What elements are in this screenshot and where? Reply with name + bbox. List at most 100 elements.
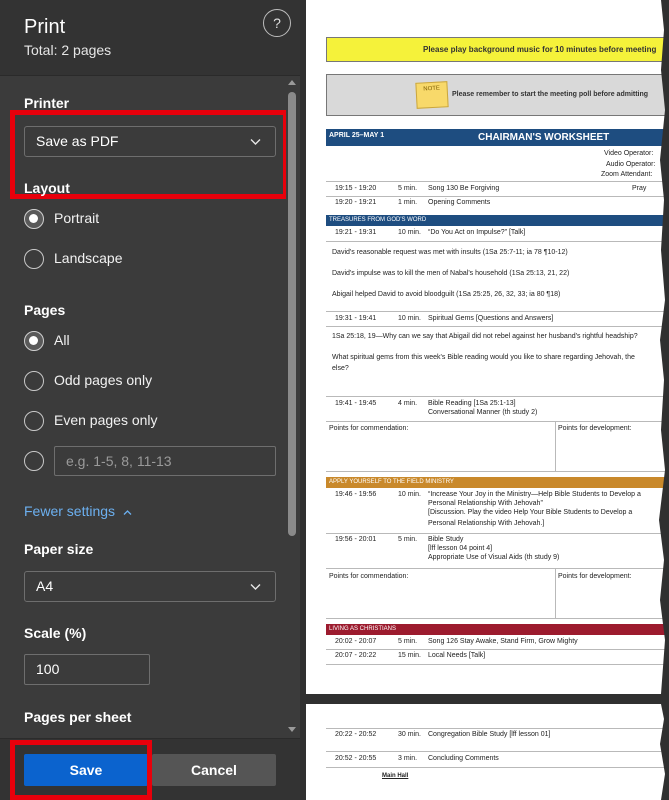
cancel-button[interactable]: Cancel [152,754,276,786]
main-hall-label: Main Hall [382,773,409,779]
paper-size-select[interactable]: A4 [24,571,276,602]
row-text: Conversational Manner (th study 2) [428,409,538,416]
commendation-label: Points for commendation: [329,573,409,580]
row-text: Song 126 Stay Awake, Stand Firm, Grow Mi… [428,638,578,645]
gems-question: What spiritual gems from this week's Bib… [332,354,635,361]
help-icon[interactable]: ? [263,9,291,37]
gems-question: 1Sa 25:18, 19—Why can we say that Abigai… [332,333,638,340]
table-row: 19:21 - 19:31 10 min. “Do You Act on Imp… [326,227,666,240]
paper-size-value: A4 [36,578,54,594]
table-row: 19:15 - 19:20 5 min. Song 130 Be Forgivi… [326,183,666,196]
divider [326,241,666,242]
section-ministry: APPLY YOURSELF TO THE FIELD MINISTRY [326,477,666,488]
row-time: 19:20 - 19:21 [335,199,377,206]
divider [326,471,666,472]
row-time: 20:22 - 20:52 [335,731,377,738]
layout-landscape-label: Landscape [54,250,123,266]
row-minutes: 1 min. [398,199,418,206]
scale-input[interactable]: 100 [24,654,150,685]
layout-portrait-label: Portrait [54,210,100,226]
gems-question: else? [332,365,349,372]
radio-selected-icon [24,209,44,229]
preview-page-2: 20:22 - 20:52 30 min. Congregation Bible… [306,704,669,800]
row-time: 19:31 - 19:41 [335,315,377,322]
chevron-up-icon [123,503,132,519]
row-minutes: 15 min. [398,652,421,659]
table-row: 20:22 - 20:52 30 min. Congregation Bible… [326,729,666,742]
zoom-attendant-label: Zoom Attendant: [601,171,653,178]
row-text: “Increase Your Joy in the Ministry—Help … [428,491,641,498]
row-text: Local Needs [Talk] [428,652,486,659]
row-time: 20:52 - 20:55 [335,755,377,762]
row-text: “Do You Act on Impulse?” [Talk] [428,229,526,236]
radio-unselected-icon [24,451,44,471]
print-preview[interactable]: Please play background music for 10 minu… [300,0,669,800]
table-row: 19:31 - 19:41 10 min. Spiritual Gems [Qu… [326,313,666,326]
row-minutes: 3 min. [398,755,418,762]
fewer-settings-link[interactable]: Fewer settings [24,503,132,519]
radio-selected-icon [24,331,44,351]
pages-even-label: Even pages only [54,412,158,428]
divider [326,751,666,752]
layout-label: Layout [24,180,70,196]
row-text: Opening Comments [428,199,491,206]
row-minutes: 4 min. [398,400,418,407]
divider [326,326,666,327]
fewer-settings-label: Fewer settings [24,503,116,519]
divider [326,664,666,665]
divider [555,421,556,471]
table-row: 20:52 - 20:55 3 min. Concluding Comments [326,753,666,766]
table-row: Personal Relationship With Jehovah.] [326,518,666,530]
custom-pages-input[interactable]: e.g. 1-5, 8, 11-13 [54,446,276,476]
dialog-title: Print [24,16,66,38]
treasures-point: David's impulse was to kill the men of N… [332,270,570,277]
scroll-down-arrow-icon[interactable] [288,727,296,732]
divider [326,618,666,619]
pages-odd-label: Odd pages only [54,372,153,388]
audio-operator-label: Audio Operator: [606,161,656,168]
row-minutes: 10 min. [398,491,421,498]
development-label: Points for development: [558,425,632,432]
table-row: 19:41 - 19:45 4 min. Bible Reading [1Sa … [326,398,666,420]
worksheet-header: APRIL 25–MAY 1 CHAIRMAN'S WORKSHEET [326,129,666,146]
video-operator-label: Video Operator: [604,150,654,157]
divider [326,767,666,768]
pages-all-label: All [54,332,70,348]
radio-unselected-icon [24,411,44,431]
divider [326,311,666,312]
row-minutes: 10 min. [398,315,421,322]
divider [555,568,556,618]
scrollbar-thumb[interactable] [288,92,296,536]
printer-label: Printer [24,95,70,111]
row-time: 20:07 - 20:22 [335,652,377,659]
section-living: LIVING AS CHRISTIANS [326,624,666,635]
pages-per-sheet-label: Pages per sheet [24,709,132,725]
treasures-point: David's reasonable request was met with … [332,249,568,256]
row-time: 19:46 - 19:56 [335,491,377,498]
section-treasures: TREASURES FROM GOD'S WORD [326,215,666,226]
commendation-label: Points for commendation: [329,425,409,432]
chevron-down-icon [250,581,261,592]
paper-size-label: Paper size [24,541,94,557]
row-text: [lff lesson 04 point 4] [428,545,493,552]
print-settings-panel: Print Total: 2 pages ? Printer Save as P… [0,0,300,800]
torn-edge [660,704,669,800]
total-pages: Total: 2 pages [24,42,112,58]
worksheet-title: CHAIRMAN'S WORKSHEET [478,132,610,143]
row-text: Concluding Comments [428,755,499,762]
row-text: Personal Relationship With Jehovah.] [428,520,545,527]
table-row: 19:56 - 20:01 5 min. Bible Study [lff le… [326,534,666,567]
torn-edge [659,0,669,694]
row-minutes: 5 min. [398,536,418,543]
divider [326,396,666,397]
prayer-label: Pray [632,185,647,192]
row-minutes: 5 min. [398,185,418,192]
radio-unselected-icon [24,371,44,391]
row-text: Bible Reading [1Sa 25:1-13] [428,400,516,407]
panel-header: Print Total: 2 pages ? [0,0,300,76]
worksheet-date: APRIL 25–MAY 1 [329,132,385,139]
scroll-up-arrow-icon[interactable] [288,80,296,85]
row-minutes: 5 min. [398,638,418,645]
radio-unselected-icon [24,249,44,269]
row-text: Appropriate Use of Visual Aids (th study… [428,554,560,561]
